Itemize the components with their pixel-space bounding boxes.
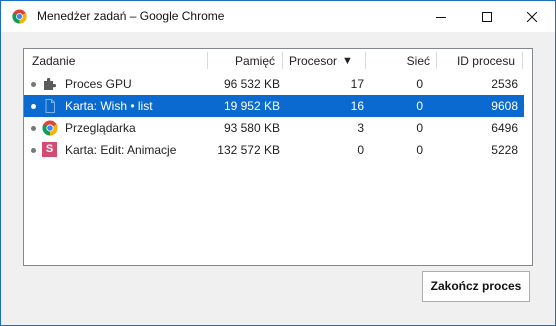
cpu-value: 16: [350, 99, 364, 113]
task-name: Proces GPU: [65, 77, 132, 91]
column-divider[interactable]: [522, 52, 523, 69]
memory-value: 19 952 KB: [223, 99, 280, 113]
cpu-value: 0: [357, 143, 364, 157]
minimize-icon: [436, 16, 446, 18]
task-manager-window: Menedżer zadań – Google Chrome Zadanie P…: [0, 0, 556, 326]
puzzle-icon: [44, 77, 57, 90]
memory-value: 93 580 KB: [223, 121, 280, 135]
page-icon: [45, 99, 55, 113]
row-bullet: [31, 126, 36, 131]
maximize-icon: [482, 11, 492, 22]
maximize-button[interactable]: [464, 1, 510, 32]
column-divider[interactable]: [282, 52, 283, 69]
close-icon: [527, 11, 537, 22]
network-value: 0: [416, 143, 423, 157]
chrome-icon: [42, 120, 58, 136]
table-header: Zadanie Pamięć Procesor ▼ Sieć ID proces…: [24, 49, 532, 72]
s-favicon-icon: S: [42, 142, 57, 157]
pid-value: 9608: [491, 99, 518, 113]
task-name: Karta: Wish • list: [65, 99, 153, 113]
column-header-network[interactable]: Sieć: [365, 49, 430, 72]
chrome-icon: [12, 9, 27, 24]
memory-value: 132 572 KB: [217, 143, 280, 157]
title-bar[interactable]: Menedżer zadań – Google Chrome: [1, 1, 555, 32]
column-header-cpu[interactable]: Procesor: [289, 49, 337, 72]
cpu-value: 3: [357, 121, 364, 135]
memory-value: 96 532 KB: [223, 77, 280, 91]
cpu-value: 17: [350, 77, 364, 91]
pid-value: 5228: [491, 143, 518, 157]
table-row-selected[interactable]: Karta: Wish • list 19 952 KB 16 0 9608: [24, 95, 524, 117]
process-table: Zadanie Pamięć Procesor ▼ Sieć ID proces…: [23, 48, 533, 266]
table-row[interactable]: Proces GPU 96 532 KB 17 0 2536: [24, 73, 524, 95]
window-content: Zadanie Pamięć Procesor ▼ Sieć ID proces…: [1, 32, 555, 325]
row-bullet: [31, 148, 36, 153]
pid-value: 2536: [491, 77, 518, 91]
table-row[interactable]: S Karta: Edit: Animacje 132 572 KB 0 0 5…: [24, 139, 524, 161]
end-process-button[interactable]: Zakończ proces: [422, 271, 530, 302]
close-button[interactable]: [509, 1, 555, 32]
column-header-pid[interactable]: ID procesu: [436, 49, 515, 72]
window-title: Menedżer zadań – Google Chrome: [37, 9, 225, 23]
column-header-memory[interactable]: Pamięć: [207, 49, 275, 72]
row-bullet: [31, 104, 36, 109]
sort-descending-icon[interactable]: ▼: [342, 49, 353, 72]
network-value: 0: [416, 99, 423, 113]
network-value: 0: [416, 77, 423, 91]
minimize-button[interactable]: [418, 1, 464, 32]
table-row[interactable]: Przeglądarka 93 580 KB 3 0 6496: [24, 117, 524, 139]
network-value: 0: [416, 121, 423, 135]
pid-value: 6496: [491, 121, 518, 135]
row-bullet: [31, 82, 36, 87]
task-name: Karta: Edit: Animacje: [65, 143, 177, 157]
task-name: Przeglądarka: [65, 121, 136, 135]
column-header-task[interactable]: Zadanie: [32, 49, 75, 72]
